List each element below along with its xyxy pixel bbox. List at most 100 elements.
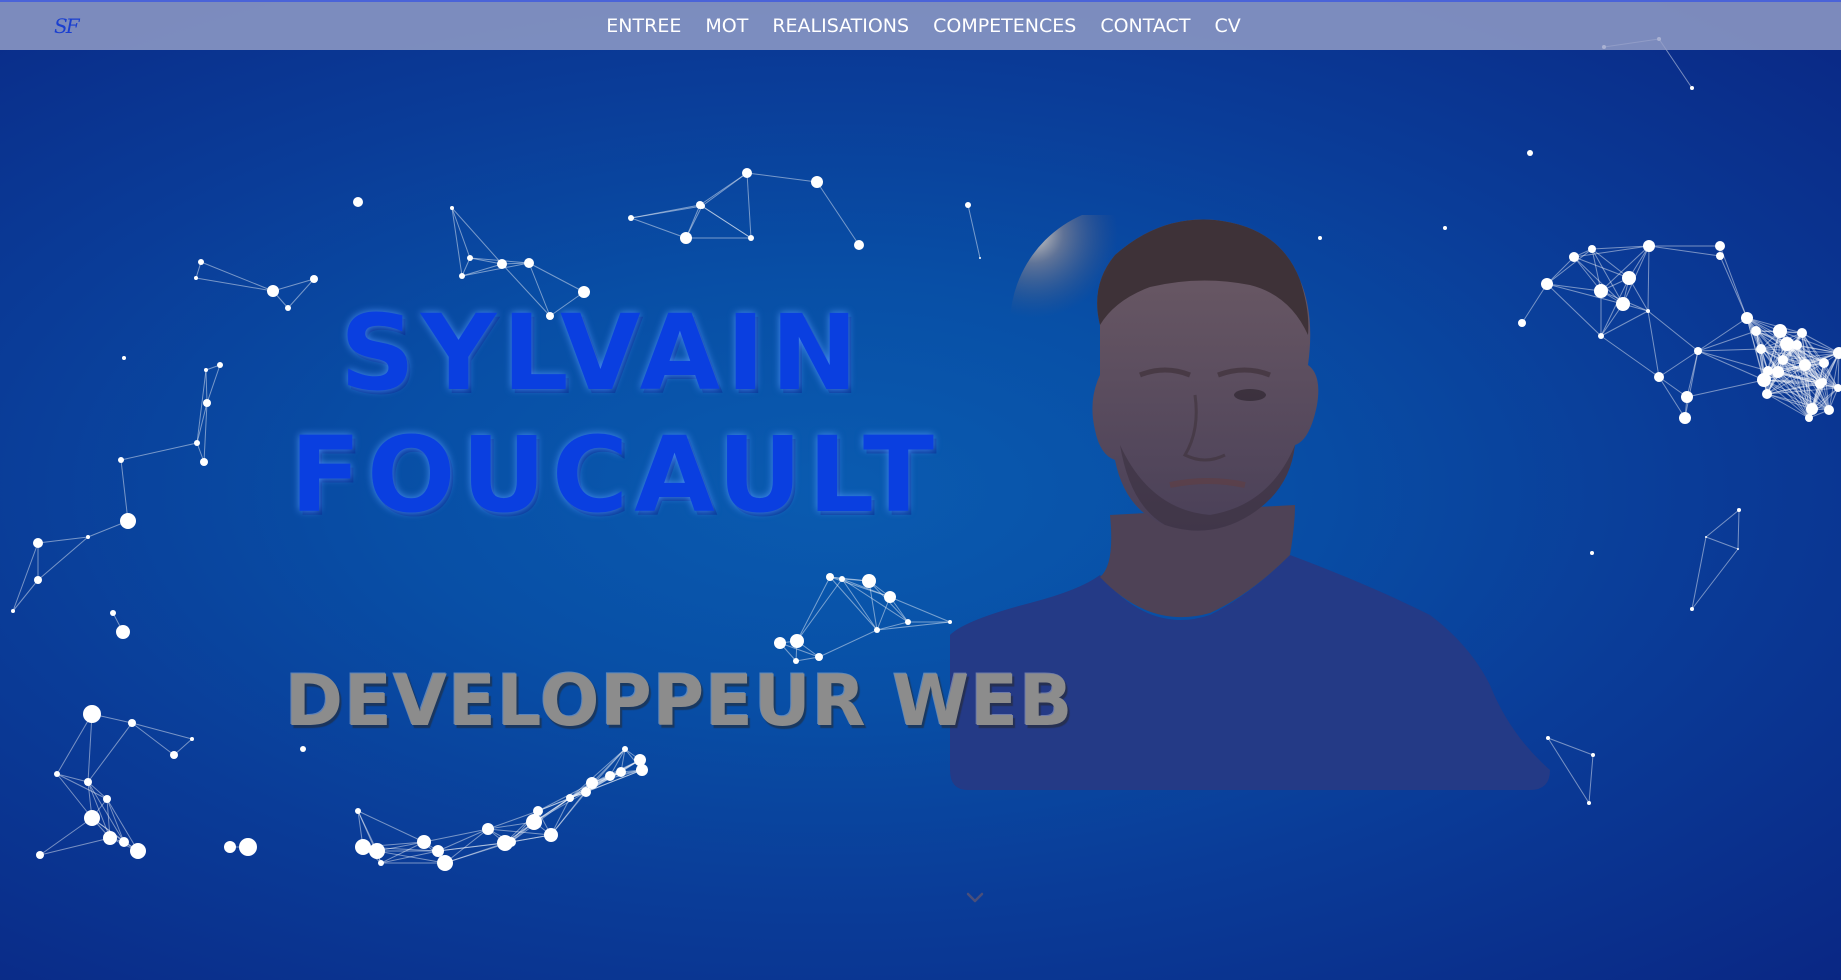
network-node xyxy=(217,362,223,368)
network-link xyxy=(87,722,133,783)
network-link xyxy=(630,205,703,219)
network-link xyxy=(56,773,108,800)
network-node xyxy=(482,823,494,835)
network-link xyxy=(56,713,93,775)
network-node xyxy=(1643,240,1655,252)
network-node xyxy=(310,275,318,283)
network-node xyxy=(874,627,880,633)
network-node xyxy=(83,705,101,723)
network-node xyxy=(1646,309,1650,313)
network-link xyxy=(12,579,39,612)
network-node xyxy=(1737,548,1739,550)
network-node xyxy=(200,458,208,466)
network-node xyxy=(1833,347,1841,359)
network-link xyxy=(461,262,530,277)
network-node xyxy=(378,860,384,866)
network-node xyxy=(84,810,100,826)
network-link xyxy=(1658,350,1699,378)
network-node xyxy=(1762,389,1772,399)
network-link xyxy=(1719,245,1748,319)
network-link xyxy=(1546,283,1602,337)
network-node xyxy=(224,841,236,853)
network-node xyxy=(1679,412,1691,424)
network-node xyxy=(1819,378,1827,386)
network-node xyxy=(1598,333,1604,339)
network-node xyxy=(204,368,208,372)
network-link xyxy=(746,172,818,183)
network-node xyxy=(1654,372,1664,382)
network-link xyxy=(200,261,274,292)
network-node xyxy=(116,625,130,639)
network-node xyxy=(203,399,211,407)
name-first: SYLVAIN xyxy=(340,292,864,414)
network-node xyxy=(1587,801,1591,805)
network-link xyxy=(1719,255,1748,319)
network-node xyxy=(110,610,116,616)
network-link xyxy=(1705,509,1740,538)
network-node xyxy=(450,206,454,210)
network-link xyxy=(56,773,89,783)
network-link xyxy=(451,207,471,259)
network-link xyxy=(120,442,198,461)
network-link xyxy=(1546,283,1602,292)
network-node xyxy=(1594,284,1608,298)
network-link xyxy=(1600,335,1660,378)
network-link xyxy=(196,369,207,444)
network-node xyxy=(1751,326,1761,336)
network-node xyxy=(103,831,117,845)
network-link xyxy=(37,536,89,581)
nav-item-contact[interactable]: CONTACT xyxy=(1100,15,1190,37)
network-node xyxy=(194,440,200,446)
network-node xyxy=(1792,340,1802,350)
network-node xyxy=(862,574,876,588)
network-node xyxy=(432,845,444,857)
network-node xyxy=(636,764,648,776)
network-node xyxy=(34,576,42,584)
nav-item-entree[interactable]: ENTREE xyxy=(606,15,681,37)
network-node xyxy=(1690,607,1694,611)
network-link xyxy=(1648,245,1721,257)
network-node xyxy=(605,771,615,781)
network-node xyxy=(622,746,628,752)
network-link xyxy=(1647,245,1650,312)
network-node xyxy=(467,255,473,261)
network-link xyxy=(1691,548,1739,610)
network-node xyxy=(1622,271,1636,285)
network-node xyxy=(566,794,574,802)
network-node xyxy=(524,258,534,268)
chevron-down-icon[interactable] xyxy=(962,888,988,908)
network-node xyxy=(790,634,804,648)
nav-item-cv[interactable]: CV xyxy=(1214,15,1240,37)
network-node xyxy=(190,737,194,741)
network-node xyxy=(581,787,591,797)
network-link xyxy=(120,459,129,522)
nav-item-competences[interactable]: COMPETENCES xyxy=(933,15,1076,37)
network-node xyxy=(1681,391,1693,403)
network-node xyxy=(839,576,845,582)
network-node xyxy=(526,814,542,830)
network-link xyxy=(1686,379,1765,398)
network-node xyxy=(544,828,558,842)
network-node xyxy=(355,839,371,855)
network-node xyxy=(628,215,634,221)
network-node xyxy=(1741,312,1753,324)
network-link xyxy=(12,542,39,612)
nav-item-mot[interactable]: MOT xyxy=(705,15,748,37)
network-node xyxy=(86,535,90,539)
network-link xyxy=(1705,536,1739,550)
network-node xyxy=(369,843,385,859)
network-link xyxy=(287,278,315,309)
network-node xyxy=(353,197,363,207)
network-node xyxy=(170,751,178,759)
network-node xyxy=(1824,405,1834,415)
nav-item-realisations[interactable]: REALISATIONS xyxy=(772,15,909,37)
network-node xyxy=(748,235,754,241)
network-node xyxy=(36,851,44,859)
network-node xyxy=(1806,403,1818,415)
network-link xyxy=(816,181,860,246)
network-link xyxy=(206,364,221,404)
network-link xyxy=(131,722,175,756)
network-node xyxy=(267,285,279,297)
network-node xyxy=(437,855,453,871)
network-node xyxy=(826,573,834,581)
